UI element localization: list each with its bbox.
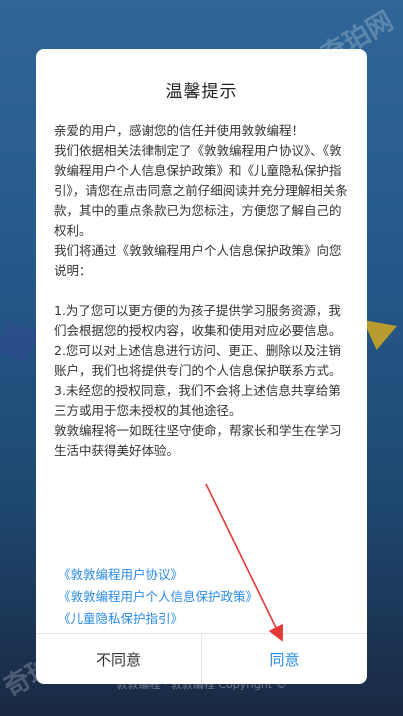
link-privacy-policy[interactable]: 《敦敦编程用户个人信息保护政策》 [58,586,258,608]
paragraph-point-3: 3.未经您的授权同意，我们不会将上述信息共享给第三方或用于您未授权的其他途径。 [54,383,341,418]
dialog-content: 亲爱的用户，感谢您的信任并使用敦敦编程！ 我们依据相关法律制定了《敦敦编程用户协… [54,121,353,461]
privacy-dialog: 温馨提示 亲爱的用户，感谢您的信任并使用敦敦编程！ 我们依据相关法律制定了《敦敦… [36,49,367,684]
dialog-button-bar: 不同意 同意 [36,633,367,684]
policy-links: 《敦敦编程用户协议》 《敦敦编程用户个人信息保护政策》 《儿童隐私保护指引》 [58,564,258,630]
link-children-privacy[interactable]: 《儿童隐私保护指引》 [58,608,258,630]
paragraph-explanation: 我们将通过《敦敦编程用户个人信息保护政策》向您说明： [54,243,342,278]
paragraph-point-1: 1.为了您可以更方便的为孩子提供学习服务资源，我们会根据您的授权内容，收集和使用… [54,303,342,338]
link-user-agreement[interactable]: 《敦敦编程用户协议》 [58,564,258,586]
agree-button[interactable]: 同意 [202,634,367,684]
disagree-button[interactable]: 不同意 [36,634,202,684]
paragraph-closing: 敦敦编程将一如既往坚守使命，帮家长和学生在学习生活中获得美好体验。 [54,423,342,458]
dialog-title: 温馨提示 [165,82,238,102]
paragraph-policy-intro: 我们依据相关法律制定了《敦敦编程用户协议》、《敦敦编程用户个人信息保护政策》和《… [54,143,348,238]
paragraph-greeting: 亲爱的用户，感谢您的信任并使用敦敦编程！ [54,123,305,138]
paragraph-point-2: 2.您可以对上述信息进行访问、更正、删除以及注销账户，我们也将提供专门的个人信息… [54,343,342,378]
